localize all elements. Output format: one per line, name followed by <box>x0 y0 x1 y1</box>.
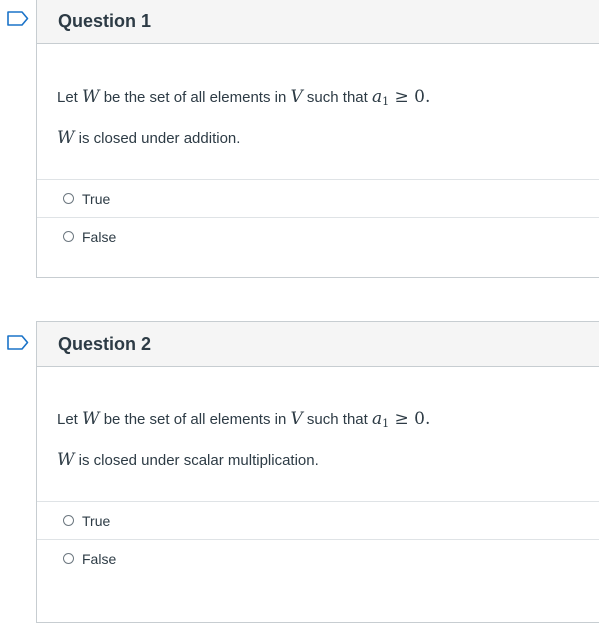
answer-option-true[interactable]: True <box>37 501 599 539</box>
question-card-1: Question 1 Let W be the set of all eleme… <box>36 0 599 278</box>
question-statement: Let W be the set of all elements in V su… <box>57 87 599 112</box>
statement-text: such that <box>306 411 368 428</box>
answer-list: True False <box>37 179 599 255</box>
question-title: Question 2 <box>58 333 152 354</box>
answer-label: False <box>82 228 117 245</box>
claim-text: is closed under addition. <box>78 130 241 147</box>
math-period: . <box>424 409 431 429</box>
math-var: W <box>82 87 100 107</box>
statement-text: Let <box>57 89 78 106</box>
question-header: Question 1 <box>37 0 599 44</box>
radio-unselected-icon[interactable] <box>63 193 74 204</box>
question-claim: W is closed under addition. <box>57 128 599 149</box>
math-relation: ≥ 0 <box>394 409 425 429</box>
math-subscript: 1 <box>382 95 390 108</box>
question-card-2: Question 2 Let W be the set of all eleme… <box>36 321 599 623</box>
math-subscript: 1 <box>382 417 390 430</box>
question-header: Question 2 <box>37 322 599 367</box>
flag-question-icon[interactable] <box>7 11 29 26</box>
math-var: V <box>290 87 303 107</box>
math-var: a <box>371 409 383 429</box>
math-var: a <box>371 87 383 107</box>
radio-unselected-icon[interactable] <box>63 515 74 526</box>
statement-text: be the set of all elements in <box>103 89 287 106</box>
math-var: W <box>57 128 75 148</box>
answer-list: True False <box>37 501 599 577</box>
flag-question-icon[interactable] <box>7 335 29 350</box>
statement-text: such that <box>306 89 368 106</box>
math-relation: ≥ 0 <box>394 87 425 107</box>
question-claim: W is closed under scalar multiplication. <box>57 450 599 471</box>
math-condition: a1 ≥ 0. <box>371 87 431 108</box>
answer-option-false[interactable]: False <box>37 217 599 255</box>
answer-label: True <box>82 190 111 207</box>
answer-option-false[interactable]: False <box>37 539 599 577</box>
statement-text: be the set of all elements in <box>103 411 287 428</box>
math-condition: a1 ≥ 0. <box>371 409 431 430</box>
question-statement: Let W be the set of all elements in V su… <box>57 409 599 434</box>
claim-text: is closed under scalar multiplication. <box>78 452 319 469</box>
math-var: W <box>57 450 75 470</box>
math-var: W <box>82 409 100 429</box>
math-var: V <box>290 409 303 429</box>
answer-label: True <box>82 512 111 529</box>
question-title: Question 1 <box>58 11 152 31</box>
math-period: . <box>424 87 431 107</box>
answer-option-true[interactable]: True <box>37 179 599 217</box>
radio-unselected-icon[interactable] <box>63 553 74 564</box>
answer-label: False <box>82 550 117 567</box>
radio-unselected-icon[interactable] <box>63 231 74 242</box>
statement-text: Let <box>57 411 78 428</box>
